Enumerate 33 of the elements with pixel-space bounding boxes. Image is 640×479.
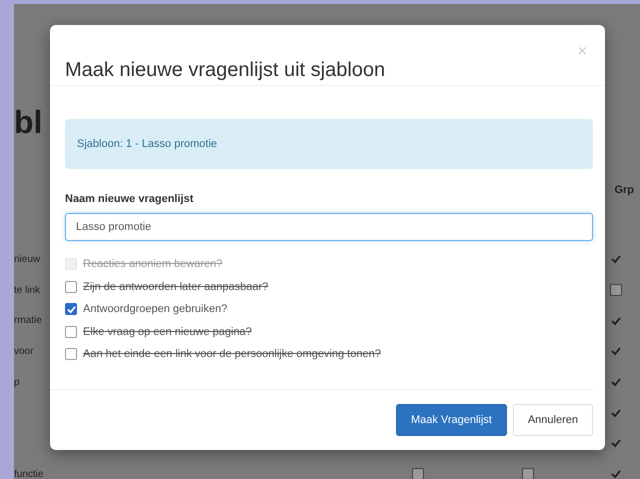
dialog-title: Maak nieuwe vragenlijst uit sjabloon (65, 59, 386, 83)
option-label: Antwoordgroepen gebruiken? (83, 303, 228, 316)
row-label: functie (14, 468, 44, 479)
checkbox[interactable] (610, 406, 622, 419)
info-text: Sjabloon: 1 - Lasso promotie (77, 138, 218, 150)
create-button[interactable]: Maak Vragenlijst (396, 404, 507, 436)
checkbox[interactable] (65, 348, 77, 360)
checkbox[interactable] (65, 326, 77, 338)
name-input-field[interactable]: Lasso promotie (65, 213, 593, 241)
field-label: Naam nieuwe vragenlijst (65, 193, 194, 205)
row-label: rmatie (14, 315, 42, 326)
checkbox[interactable] (65, 280, 77, 293)
checkbox[interactable] (522, 468, 534, 479)
checkbox[interactable] (412, 468, 424, 479)
checkbox[interactable] (610, 345, 622, 358)
row-label: nieuw (14, 254, 40, 265)
checkbox[interactable] (610, 376, 622, 388)
option-label: Elke vraag op een nieuwe pagina? (83, 326, 252, 338)
checkbox[interactable] (610, 314, 622, 327)
option-label: Reacties anoniem bewaren? (83, 258, 222, 270)
checkbox[interactable] (65, 303, 77, 316)
page-heading: bl (14, 103, 44, 142)
checkbox[interactable] (610, 253, 622, 266)
checkbox[interactable] (610, 468, 622, 479)
checkbox[interactable] (610, 284, 622, 296)
row-label: te link (14, 284, 40, 296)
row-label: p (14, 376, 20, 388)
column-header: Grp (614, 184, 634, 198)
row-label: voor (14, 346, 34, 357)
option-label: Zijn de antwoorden later aanpasbaar? (83, 280, 268, 293)
checkbox[interactable] (610, 437, 622, 450)
cancel-button[interactable]: Annuleren (512, 404, 593, 436)
option-label: Aan het einde een link voor de persoonlijke omgeving tonen? (83, 348, 381, 360)
